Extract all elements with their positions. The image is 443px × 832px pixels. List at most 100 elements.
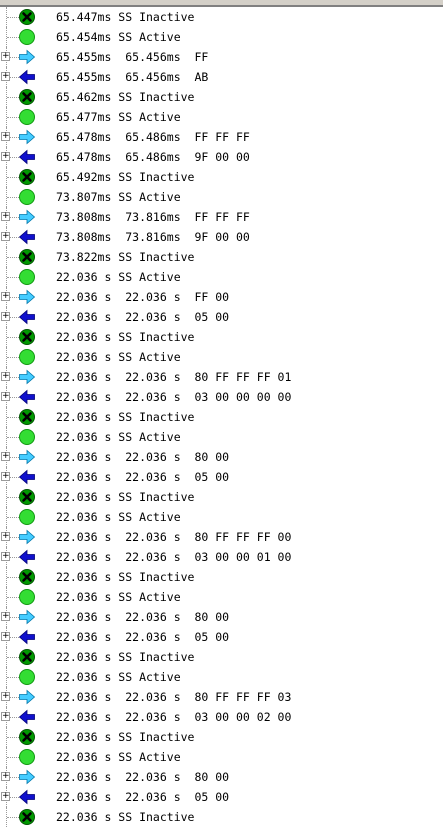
tree-row[interactable]: +22.036 s 22.036 s 80 00 xyxy=(0,607,443,627)
expand-toggle-icon[interactable]: + xyxy=(1,52,10,61)
active-icon xyxy=(18,668,36,686)
inactive-icon xyxy=(18,168,36,186)
expand-toggle-icon[interactable]: + xyxy=(1,452,10,461)
expand-toggle-icon[interactable]: + xyxy=(1,292,10,301)
expand-toggle-icon[interactable]: + xyxy=(1,532,10,541)
row-text: 65.454ms SS Active xyxy=(56,30,181,44)
tree-row[interactable]: 22.036 s SS Active xyxy=(0,267,443,287)
tree-row[interactable]: 73.822ms SS Inactive xyxy=(0,247,443,267)
tree-row[interactable]: 22.036 s SS Active xyxy=(0,587,443,607)
expand-toggle-icon[interactable]: + xyxy=(1,472,10,481)
tree-row[interactable]: +22.036 s 22.036 s 05 00 xyxy=(0,787,443,807)
expand-toggle-icon[interactable]: + xyxy=(1,132,10,141)
tree-row[interactable]: 22.036 s SS Active xyxy=(0,667,443,687)
row-text: 65.478ms 65.486ms FF FF FF xyxy=(56,130,250,144)
tree-row[interactable]: +65.455ms 65.456ms FF xyxy=(0,47,443,67)
tree-row[interactable]: +65.478ms 65.486ms FF FF FF xyxy=(0,127,443,147)
row-text: 22.036 s 22.036 s 80 00 xyxy=(56,450,230,464)
row-text: 22.036 s SS Active xyxy=(56,270,181,284)
inactive-icon xyxy=(18,808,36,826)
inactive-icon xyxy=(18,408,36,426)
active-icon xyxy=(18,428,36,446)
tree-row[interactable]: +22.036 s 22.036 s 80 FF FF FF 03 xyxy=(0,687,443,707)
tree-row[interactable]: +65.455ms 65.456ms AB xyxy=(0,67,443,87)
tree-row[interactable]: +73.808ms 73.816ms 9F 00 00 xyxy=(0,227,443,247)
expand-toggle-icon[interactable]: + xyxy=(1,312,10,321)
right-arrow-icon xyxy=(18,608,36,626)
tree-row[interactable]: 22.036 s SS Inactive xyxy=(0,567,443,587)
tree-row[interactable]: +22.036 s 22.036 s 05 00 xyxy=(0,627,443,647)
tree-row[interactable]: 65.462ms SS Inactive xyxy=(0,87,443,107)
row-text: 22.036 s 22.036 s 05 00 xyxy=(56,470,230,484)
row-text: 22.036 s SS Inactive xyxy=(56,650,195,664)
active-icon xyxy=(18,108,36,126)
tree-row[interactable]: +22.036 s 22.036 s 05 00 xyxy=(0,307,443,327)
expand-toggle-icon[interactable]: + xyxy=(1,372,10,381)
row-text: 65.478ms 65.486ms 9F 00 00 xyxy=(56,150,250,164)
tree-row[interactable]: 65.454ms SS Active xyxy=(0,27,443,47)
row-text: 22.036 s 22.036 s 80 00 xyxy=(56,610,230,624)
expand-toggle-icon[interactable]: + xyxy=(1,232,10,241)
expand-toggle-icon[interactable]: + xyxy=(1,772,10,781)
row-text: 22.036 s 22.036 s 05 00 xyxy=(56,630,230,644)
expand-toggle-icon[interactable]: + xyxy=(1,212,10,221)
expand-toggle-icon[interactable]: + xyxy=(1,552,10,561)
tree-row[interactable]: +65.478ms 65.486ms 9F 00 00 xyxy=(0,147,443,167)
right-arrow-icon xyxy=(18,528,36,546)
tree-row[interactable]: 65.492ms SS Inactive xyxy=(0,167,443,187)
tree-row[interactable]: +22.036 s 22.036 s 05 00 xyxy=(0,467,443,487)
tree-row[interactable]: 22.036 s SS Inactive xyxy=(0,807,443,827)
row-text: 22.036 s 22.036 s 80 00 xyxy=(56,770,230,784)
row-text: 22.036 s SS Inactive xyxy=(56,330,195,344)
row-text: 22.036 s SS Active xyxy=(56,750,181,764)
row-text: 65.455ms 65.456ms AB xyxy=(56,70,209,84)
inactive-icon xyxy=(18,8,36,26)
tree-row[interactable]: +22.036 s 22.036 s 03 00 00 02 00 xyxy=(0,707,443,727)
active-icon xyxy=(18,508,36,526)
expand-toggle-icon[interactable]: + xyxy=(1,612,10,621)
left-arrow-icon xyxy=(18,68,36,86)
row-text: 65.492ms SS Inactive xyxy=(56,170,195,184)
row-text: 22.036 s 22.036 s 03 00 00 01 00 xyxy=(56,550,292,564)
expand-toggle-icon[interactable]: + xyxy=(1,392,10,401)
row-text: 73.822ms SS Inactive xyxy=(56,250,195,264)
tree-row[interactable]: +22.036 s 22.036 s 80 00 xyxy=(0,767,443,787)
left-arrow-icon xyxy=(18,788,36,806)
right-arrow-icon xyxy=(18,128,36,146)
spi-transaction-tree[interactable]: 65.447ms SS Inactive 65.454ms SS Active +6… xyxy=(0,7,443,827)
tree-row[interactable]: 22.036 s SS Inactive xyxy=(0,327,443,347)
tree-row[interactable]: 22.036 s SS Active xyxy=(0,347,443,367)
row-text: 73.807ms SS Active xyxy=(56,190,181,204)
tree-row[interactable]: 22.036 s SS Active xyxy=(0,747,443,767)
tree-row[interactable]: 73.807ms SS Active xyxy=(0,187,443,207)
tree-row[interactable]: +22.036 s 22.036 s 80 00 xyxy=(0,447,443,467)
top-border xyxy=(0,0,443,7)
tree-row[interactable]: 22.036 s SS Inactive xyxy=(0,407,443,427)
tree-row[interactable]: 22.036 s SS Inactive xyxy=(0,487,443,507)
tree-row[interactable]: +22.036 s 22.036 s 03 00 00 01 00 xyxy=(0,547,443,567)
tree-row[interactable]: 22.036 s SS Active xyxy=(0,427,443,447)
tree-row[interactable]: 22.036 s SS Inactive xyxy=(0,727,443,747)
tree-row[interactable]: +22.036 s 22.036 s FF 00 xyxy=(0,287,443,307)
expand-toggle-icon[interactable]: + xyxy=(1,72,10,81)
expand-toggle-icon[interactable]: + xyxy=(1,792,10,801)
tree-row[interactable]: 22.036 s SS Inactive xyxy=(0,647,443,667)
tree-row[interactable]: +22.036 s 22.036 s 80 FF FF FF 00 xyxy=(0,527,443,547)
tree-row[interactable]: +73.808ms 73.816ms FF FF FF xyxy=(0,207,443,227)
active-icon xyxy=(18,348,36,366)
tree-row[interactable]: +22.036 s 22.036 s 80 FF FF FF 01 xyxy=(0,367,443,387)
expand-toggle-icon[interactable]: + xyxy=(1,712,10,721)
active-icon xyxy=(18,28,36,46)
expand-toggle-icon[interactable]: + xyxy=(1,152,10,161)
expand-toggle-icon[interactable]: + xyxy=(1,632,10,641)
inactive-icon xyxy=(18,88,36,106)
tree-row[interactable]: 65.477ms SS Active xyxy=(0,107,443,127)
tree-row[interactable]: +22.036 s 22.036 s 03 00 00 00 00 xyxy=(0,387,443,407)
row-text: 22.036 s 22.036 s 03 00 00 02 00 xyxy=(56,710,292,724)
tree-row[interactable]: 22.036 s SS Active xyxy=(0,507,443,527)
left-arrow-icon xyxy=(18,548,36,566)
tree-row[interactable]: 65.447ms SS Inactive xyxy=(0,7,443,27)
inactive-icon xyxy=(18,328,36,346)
row-text: 22.036 s SS Active xyxy=(56,510,181,524)
expand-toggle-icon[interactable]: + xyxy=(1,692,10,701)
